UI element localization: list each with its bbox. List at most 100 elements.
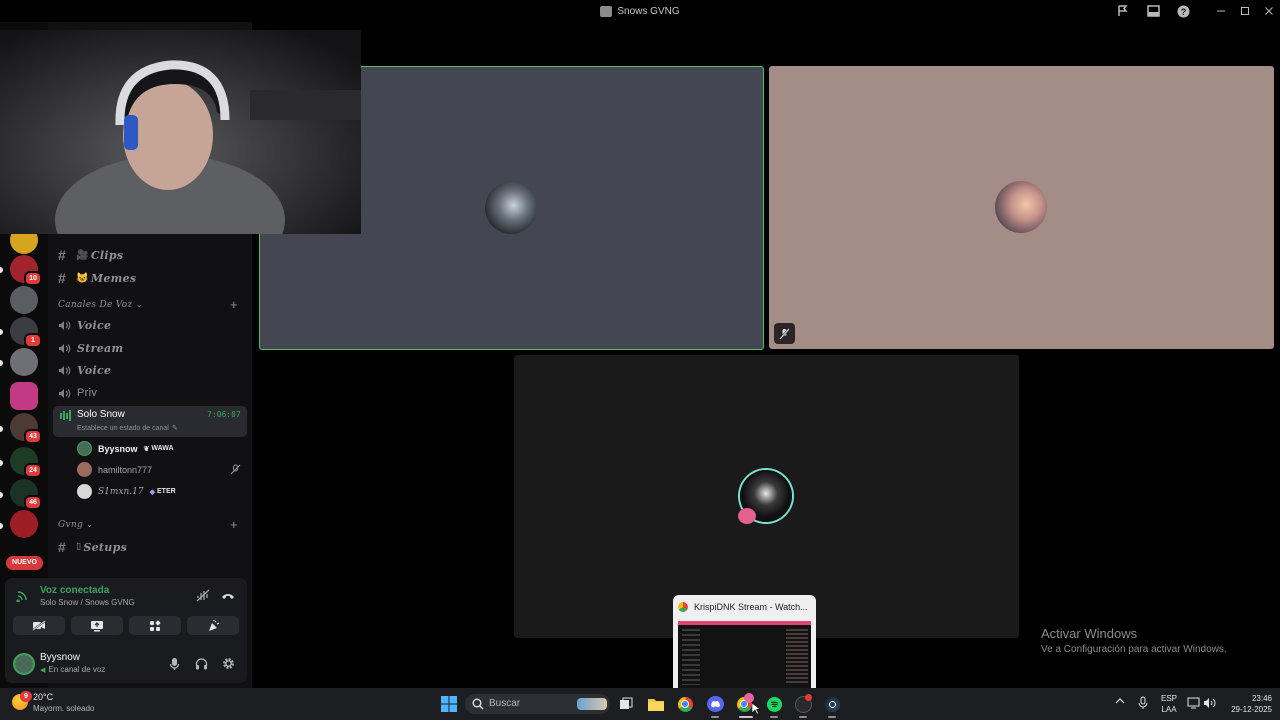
server-icon-green[interactable]: 24: [10, 447, 42, 478]
category-voice[interactable]: Canales De Voz ⌄: [58, 300, 143, 310]
speaker-icon: [58, 343, 71, 354]
chrome-icon[interactable]: [675, 694, 695, 714]
server-icon-grey[interactable]: [10, 286, 38, 314]
server-icon-teal[interactable]: 46: [10, 479, 42, 510]
search-placeholder: Buscar: [489, 698, 521, 709]
avatar: [77, 484, 92, 499]
video-tile-2[interactable]: [769, 66, 1274, 349]
server-icon-pink[interactable]: [10, 382, 38, 410]
chevron-up-icon[interactable]: [1115, 697, 1125, 705]
participant-avatar: [485, 182, 537, 234]
active-channel-name: Solo Snow: [77, 409, 125, 420]
weather-desc[interactable]: Mayorm. soleado: [33, 704, 94, 713]
voice-channel-stream[interactable]: Stream: [58, 342, 123, 355]
screen-share-button[interactable]: [71, 616, 123, 635]
channel-memes[interactable]: # 😺 Memes: [58, 270, 136, 286]
voice-active-icon: [60, 410, 72, 421]
member-hamiltonn777[interactable]: hamiltonn777: [77, 462, 152, 477]
volume-icon[interactable]: [1203, 697, 1216, 709]
muted-mic-icon: [230, 464, 241, 475]
voice-channel-voice-2[interactable]: Voice: [58, 364, 111, 377]
noise-suppression-icon[interactable]: [196, 589, 210, 602]
minimize-button[interactable]: [1214, 2, 1228, 20]
server-icon-brown[interactable]: 43: [10, 413, 42, 444]
new-badge[interactable]: NUEVO: [6, 556, 43, 570]
channel-setups[interactable]: # ▯ Setups: [58, 539, 127, 555]
add-channel-icon[interactable]: +: [230, 517, 238, 532]
microphone-icon[interactable]: [169, 657, 180, 671]
member-tag: ◆ ETER: [149, 488, 176, 496]
taskbar: [0, 688, 1280, 720]
app-active-indicator: [739, 716, 753, 718]
hash-icon: #: [58, 270, 67, 286]
server-icon-red[interactable]: 10: [10, 255, 42, 286]
server-icon-crimson[interactable]: [10, 510, 38, 538]
chevron-down-icon: ⌄: [86, 520, 94, 529]
inbox-icon[interactable]: [1114, 2, 1132, 20]
spotify-icon[interactable]: [764, 694, 784, 714]
file-explorer-icon[interactable]: [646, 694, 666, 714]
notification-dot: [805, 694, 812, 701]
app-running-indicator: [770, 716, 778, 718]
profile-badge: [744, 693, 754, 703]
chrome-icon: [678, 602, 688, 612]
start-button[interactable]: [439, 694, 459, 714]
soundboard-button[interactable]: [187, 616, 239, 635]
window-title: Snows GVNG: [0, 0, 1280, 22]
channel-emoji: 🎥: [76, 249, 89, 261]
network-icon[interactable]: [1187, 697, 1200, 709]
server-icon-dark[interactable]: 1: [10, 317, 42, 348]
search-icon: [472, 698, 484, 710]
voice-location[interactable]: Solo Snow / Snows GVNG: [40, 598, 135, 607]
chevron-down-icon: ⌄: [135, 300, 143, 309]
channel-clips[interactable]: # 🎥 Clips: [58, 247, 123, 263]
disconnect-icon[interactable]: [221, 590, 235, 602]
task-view-icon[interactable]: [616, 694, 636, 714]
call-timer: 7:06:07: [207, 410, 241, 419]
leaf-icon: ❦: [143, 445, 150, 453]
window-icon[interactable]: [1144, 2, 1162, 20]
activities-icon: [149, 620, 161, 632]
maximize-button[interactable]: [1238, 2, 1252, 20]
signal-icon: [16, 588, 30, 602]
server-icon-silver[interactable]: [10, 348, 38, 376]
language-indicator[interactable]: ESP LAA: [1161, 693, 1177, 715]
camera-off-button[interactable]: [13, 616, 65, 635]
search-highlight-image: [577, 698, 607, 710]
voice-channel-voice[interactable]: Voice: [58, 319, 111, 332]
steam-icon[interactable]: [822, 694, 842, 714]
discord-icon[interactable]: [705, 694, 725, 714]
speaker-small-icon: ◀: [40, 666, 46, 674]
help-icon[interactable]: ?: [1174, 2, 1192, 20]
channel-emoji: ▯: [76, 542, 82, 552]
user-status: ◀ En canal de voz: [40, 665, 106, 674]
avatar: [77, 462, 92, 477]
weather-badge: 9: [20, 691, 32, 702]
webcam-overlay: [0, 30, 361, 234]
soundboard-icon: [207, 619, 220, 632]
speaker-icon: [58, 320, 71, 331]
microphone-icon[interactable]: [1138, 696, 1148, 710]
participant-avatar: [995, 181, 1047, 233]
category-gvng[interactable]: Gvng ⌄: [58, 520, 93, 530]
gear-icon[interactable]: [222, 657, 235, 670]
user-name: Byysnow: [40, 652, 81, 663]
activities-button[interactable]: [129, 616, 181, 635]
add-channel-icon[interactable]: +: [230, 297, 238, 312]
member-s1mxn17[interactable]: S1mxn.17 ◆ ETER: [77, 484, 176, 499]
user-avatar[interactable]: [13, 653, 35, 675]
weather-temp[interactable]: 20°C: [33, 692, 53, 702]
headphones-icon[interactable]: [195, 657, 208, 670]
avatar: [77, 441, 92, 456]
channel-status[interactable]: Establece un estado de canal ✎: [77, 424, 178, 433]
voice-channel-priv[interactable]: Priv: [58, 387, 97, 399]
search-box[interactable]: Buscar: [465, 694, 610, 714]
taskbar-thumbnail[interactable]: KrispiDNK Stream - Watch...: [673, 595, 816, 688]
close-button[interactable]: [1262, 2, 1276, 20]
app-running-indicator: [828, 716, 836, 718]
mention-badge: 43: [24, 429, 42, 444]
svg-text:?: ?: [1180, 7, 1186, 17]
activate-windows-watermark: Activar Windows Ve a Configuración para …: [1041, 626, 1227, 655]
member-byysnow[interactable]: Byysnow ❦ WAWA: [77, 441, 174, 456]
clock[interactable]: 23:46 29-12-2025: [1222, 693, 1272, 715]
